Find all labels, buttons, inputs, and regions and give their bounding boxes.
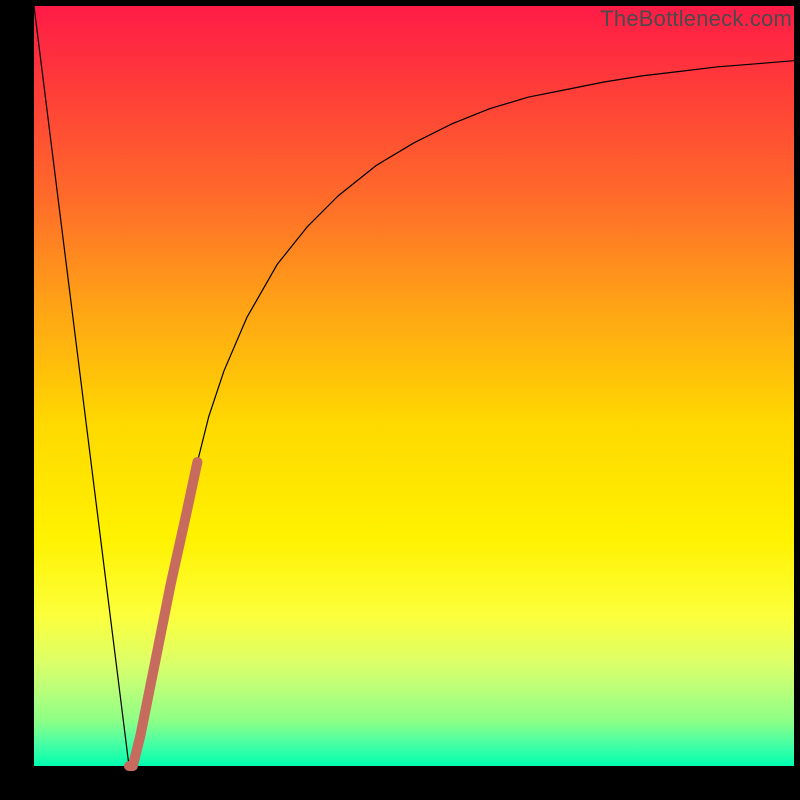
highlight-segment [129,462,197,766]
bottleneck-curve [34,6,794,766]
plot-svg [34,6,794,766]
chart-frame: TheBottleneck.com [0,0,800,800]
plot-area [34,6,794,766]
